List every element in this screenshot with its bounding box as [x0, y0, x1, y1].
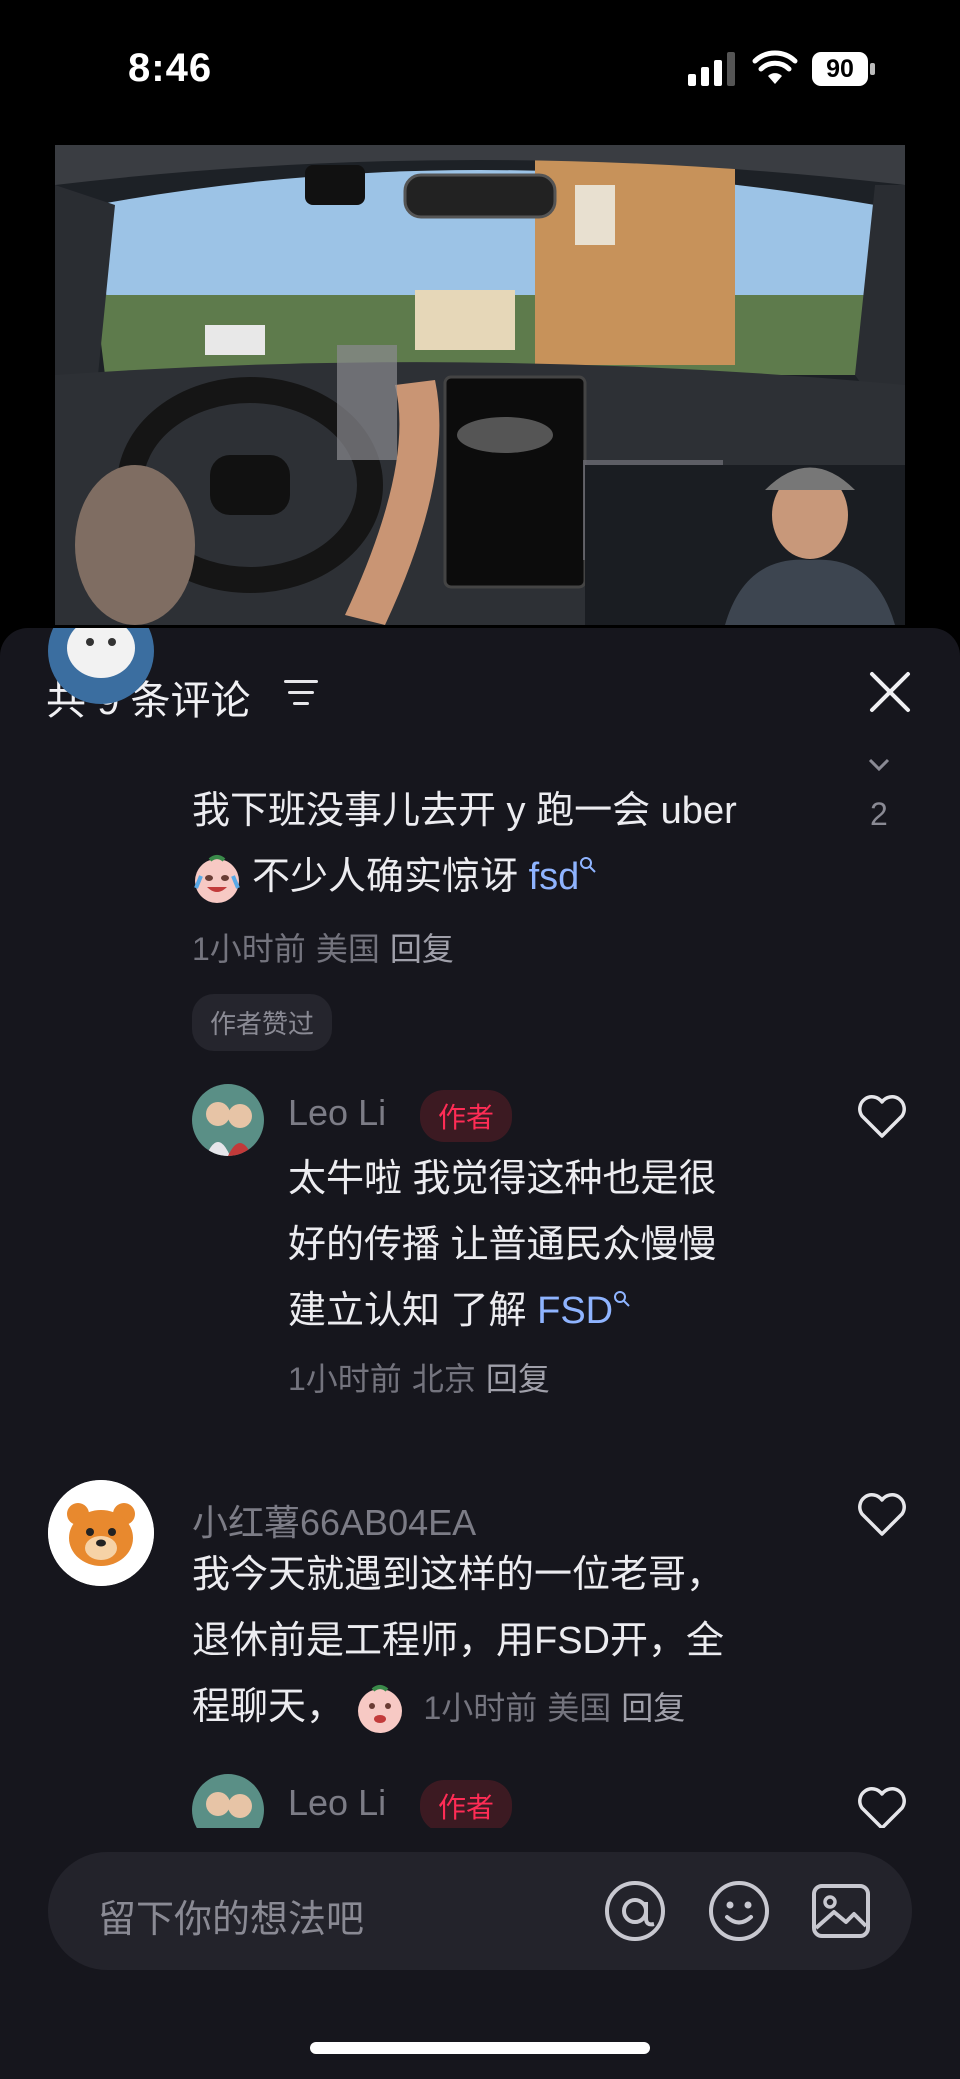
- comment-line: 不少人确实惊讶 fsd: [192, 844, 832, 910]
- author-avatar[interactable]: [192, 1084, 264, 1156]
- comment-input-bar[interactable]: 留下你的想法吧: [48, 1852, 912, 1970]
- emoji-icon[interactable]: [708, 1880, 770, 1942]
- close-icon[interactable]: [868, 670, 912, 714]
- comment-meta: 1小时前 美国 回复: [192, 924, 464, 970]
- reply-button[interactable]: 回复: [621, 1690, 685, 1726]
- search-icon: [580, 857, 596, 873]
- heart-icon[interactable]: [856, 1490, 908, 1538]
- reply-line: 建立认知 了解 FSD: [288, 1278, 828, 1344]
- topic-link-text: fsd: [528, 856, 580, 898]
- comment-location: 美国: [547, 1690, 612, 1726]
- reply-line: 好的传播 让普通民众慢慢: [288, 1224, 717, 1266]
- topic-link[interactable]: FSD: [537, 1290, 631, 1332]
- comment-text: 我下班没事儿去开 y 跑一会 uber 不少人确实惊讶 fsd: [192, 778, 832, 910]
- reply-author-name[interactable]: Leo Li: [288, 1782, 386, 1824]
- commenter-name[interactable]: 小红薯66AB04EA: [192, 1494, 476, 1546]
- comment-text: 我今天就遇到这样的一位老哥， 退休前是工程师，用FSD开，全 程聊天， 1小时前…: [192, 1542, 832, 1741]
- reply-line-text: 建立认知 了解: [288, 1290, 527, 1332]
- comment-time: 1小时前: [192, 931, 306, 967]
- topic-link-text: FSD: [537, 1290, 614, 1332]
- search-icon: [614, 1291, 630, 1307]
- image-icon[interactable]: [810, 1880, 872, 1942]
- comment-line-text: 程聊天，: [192, 1686, 345, 1728]
- reply-text: 太牛啦 我觉得这种也是很 好的传播 让普通民众慢慢 建立认知 了解 FSD: [288, 1146, 828, 1344]
- reply-location: 北京: [411, 1361, 476, 1397]
- status-bar: 8:46 90: [0, 0, 960, 140]
- author-liked-chip: 作者赞过: [192, 994, 333, 1051]
- reply-line: 太牛啦 我觉得这种也是很: [288, 1158, 717, 1200]
- chevron-down-icon[interactable]: [868, 758, 890, 772]
- home-indicator[interactable]: [310, 2042, 650, 2054]
- like-count: 2: [870, 796, 888, 832]
- at-icon[interactable]: [604, 1880, 666, 1942]
- battery-level: 90: [826, 55, 854, 83]
- comment-line: 退休前是工程师，用FSD开，全: [192, 1620, 725, 1662]
- car-interior-image: [55, 145, 905, 625]
- pondering-emoji-icon: [357, 1684, 402, 1733]
- reply-button[interactable]: 回复: [486, 1361, 550, 1397]
- comment-line-text: 不少人确实惊讶: [252, 856, 519, 898]
- comment-meta: 1小时前 美国 回复: [415, 1690, 696, 1726]
- heart-icon[interactable]: [856, 1784, 908, 1832]
- crying-laughing-emoji-icon: [194, 854, 240, 903]
- author-badge: 作者: [420, 1780, 513, 1832]
- author-badge: 作者: [420, 1090, 513, 1142]
- commenter-avatar[interactable]: [48, 1480, 154, 1586]
- status-time: 8:46: [128, 46, 213, 90]
- heart-icon[interactable]: [856, 1092, 908, 1140]
- reply-button[interactable]: 回复: [390, 931, 454, 967]
- reply-time: 1小时前: [288, 1361, 402, 1397]
- comment-time: 1小时前: [423, 1690, 538, 1726]
- video-player[interactable]: [55, 145, 905, 625]
- battery-icon: 90: [812, 52, 876, 86]
- sort-icon[interactable]: [284, 678, 320, 708]
- comment-input-placeholder[interactable]: 留下你的想法吧: [98, 1888, 364, 1943]
- reply-author-name[interactable]: Leo Li: [288, 1092, 386, 1134]
- comment-location: 美国: [315, 931, 380, 967]
- topic-link[interactable]: fsd: [529, 856, 598, 898]
- comment-line: 程聊天， 1小时前 美国 回复: [192, 1674, 832, 1741]
- comment-line: 我今天就遇到这样的一位老哥，: [192, 1554, 725, 1596]
- comment-line: 我下班没事儿去开 y 跑一会 uber: [192, 790, 737, 832]
- cellular-signal-icon: [688, 52, 735, 86]
- wifi-icon: [752, 50, 798, 84]
- reply-meta: 1小时前 北京 回复: [288, 1354, 560, 1400]
